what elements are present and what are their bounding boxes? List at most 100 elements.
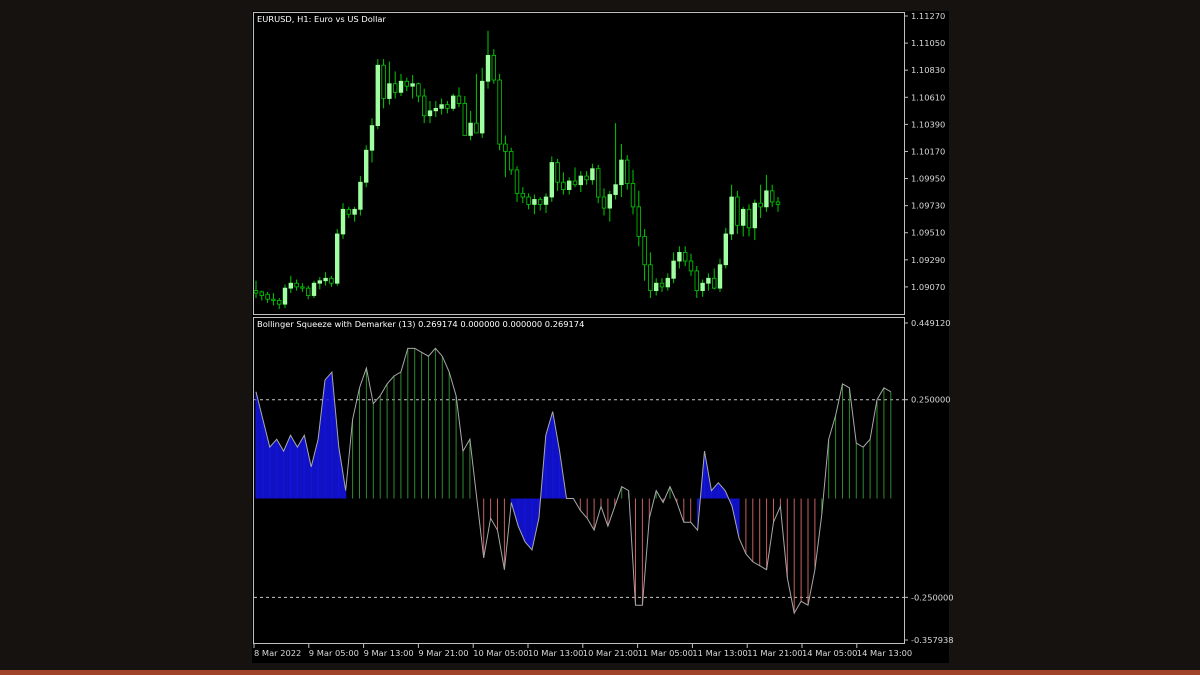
bull-candle	[288, 282, 293, 289]
bull-candle	[317, 280, 322, 284]
bear-candle	[271, 298, 276, 301]
bull-candle	[410, 83, 415, 87]
bear-candle	[508, 151, 514, 171]
bull-candle	[433, 107, 438, 112]
time-axis-label: 8 Mar 2022	[254, 648, 301, 658]
bear-candle	[392, 83, 398, 93]
bull-candle	[369, 125, 375, 151]
bear-candle	[300, 286, 305, 289]
price-axis-label: 1.10170	[911, 146, 945, 156]
time-axis-label: 10 Mar 13:00	[528, 648, 583, 658]
bear-candle	[421, 95, 427, 117]
bull-candle	[729, 196, 734, 235]
price-axis-label: 1.10830	[911, 65, 945, 75]
indicator-line	[255, 347, 892, 615]
bear-candle	[625, 159, 630, 184]
bull-candle	[340, 208, 346, 235]
indicator-histogram	[255, 347, 892, 615]
bull-candle	[543, 196, 549, 205]
price-axis-label: 1.09730	[911, 201, 945, 211]
time-axis-label: 11 Mar 05:00	[638, 648, 693, 658]
bear-candle	[712, 277, 717, 289]
bear-candle	[770, 190, 775, 203]
indicator-axis-label: -0.250000	[911, 592, 954, 602]
time-axis-label: 11 Mar 21:00	[747, 648, 802, 658]
bull-candle	[665, 277, 670, 288]
bull-candle	[590, 168, 595, 181]
bear-candle	[758, 202, 763, 208]
bear-candle	[294, 282, 299, 288]
bear-candle	[526, 196, 531, 205]
bull-candle	[439, 104, 444, 109]
bull-candle	[427, 110, 433, 117]
bear-candle	[503, 143, 508, 152]
bear-candle	[630, 183, 636, 208]
price-axis-label: 1.10390	[911, 119, 945, 129]
indicator-pane-frame[interactable]	[253, 317, 905, 644]
bear-candle	[555, 162, 560, 183]
time-axis-label: 9 Mar 05:00	[309, 648, 359, 658]
bear-candle	[462, 103, 467, 136]
time-axis-label: 10 Mar 21:00	[583, 648, 638, 658]
bear-candle	[305, 287, 311, 296]
time-axis-label: 10 Mar 05:00	[473, 648, 528, 658]
bull-candle	[311, 282, 317, 296]
indicator-axis-label: 0.250000	[911, 395, 951, 405]
bull-candle	[700, 282, 705, 292]
bull-candle	[613, 184, 618, 195]
bear-candle	[636, 206, 641, 237]
bull-candle	[363, 149, 369, 183]
bull-candle	[532, 199, 537, 205]
indicator-axis-label: -0.357938	[911, 635, 954, 645]
bear-candle	[329, 277, 334, 284]
bear-candle	[445, 104, 450, 109]
price-chart-title: EURUSD, H1: Euro vs US Dollar	[257, 14, 386, 24]
bear-candle	[746, 208, 752, 229]
bull-candle	[671, 260, 676, 279]
bull-candle	[323, 277, 328, 282]
bear-candle	[253, 290, 259, 294]
bear-candle	[276, 300, 282, 305]
bear-candle	[456, 95, 462, 104]
bull-candle	[706, 277, 711, 284]
bear-candle	[694, 270, 699, 292]
bear-candle	[514, 169, 520, 194]
price-axis-label: 1.11270	[911, 11, 945, 21]
price-axis-label: 1.09510	[911, 228, 945, 238]
bear-candle	[259, 291, 264, 296]
time-axis: 8 Mar 2022 9 Mar 05:00 9 Mar 13:00 9 Mar 21…	[253, 644, 912, 658]
bear-candle	[474, 122, 479, 134]
bull-candle	[352, 208, 357, 215]
bear-candle	[735, 196, 740, 226]
bear-candle	[659, 282, 665, 288]
bull-candle	[654, 282, 659, 292]
time-axis-label: 14 Mar 13:00	[857, 648, 912, 658]
bear-candle	[561, 181, 566, 191]
time-axis-label: 9 Mar 13:00	[364, 648, 414, 658]
bull-candle	[619, 159, 624, 186]
bull-candle	[752, 202, 757, 229]
price-axis-label: 1.09950	[911, 174, 945, 184]
bear-candle	[491, 55, 496, 81]
price-axis-label: 1.09290	[911, 255, 945, 265]
price-pane-frame[interactable]	[253, 12, 905, 315]
bear-candle	[497, 79, 502, 145]
bull-candle	[723, 233, 728, 266]
bull-candle	[334, 233, 340, 284]
bull-candle	[485, 55, 491, 82]
candlestick-series	[253, 30, 781, 310]
price-axis-label: 1.09070	[911, 282, 945, 292]
bear-candle	[596, 168, 601, 198]
bear-candle	[642, 236, 647, 266]
bull-candle	[549, 162, 554, 198]
indicator-axis-label: 0.449120	[911, 318, 951, 328]
chart-canvas[interactable]: EURUSD, H1: Euro vs US Dollar Bollinger …	[0, 0, 1200, 675]
price-axis-label: 1.11050	[911, 38, 945, 48]
price-axis: 1.11270 1.11050 1.10830 1.10610 1.10390 1.101…	[904, 11, 945, 292]
bull-candle	[578, 175, 583, 186]
bear-candle	[265, 293, 270, 300]
time-axis-label: 9 Mar 21:00	[418, 648, 468, 658]
bear-candle	[775, 201, 781, 205]
bull-candle	[282, 287, 288, 305]
bear-candle	[572, 180, 578, 186]
